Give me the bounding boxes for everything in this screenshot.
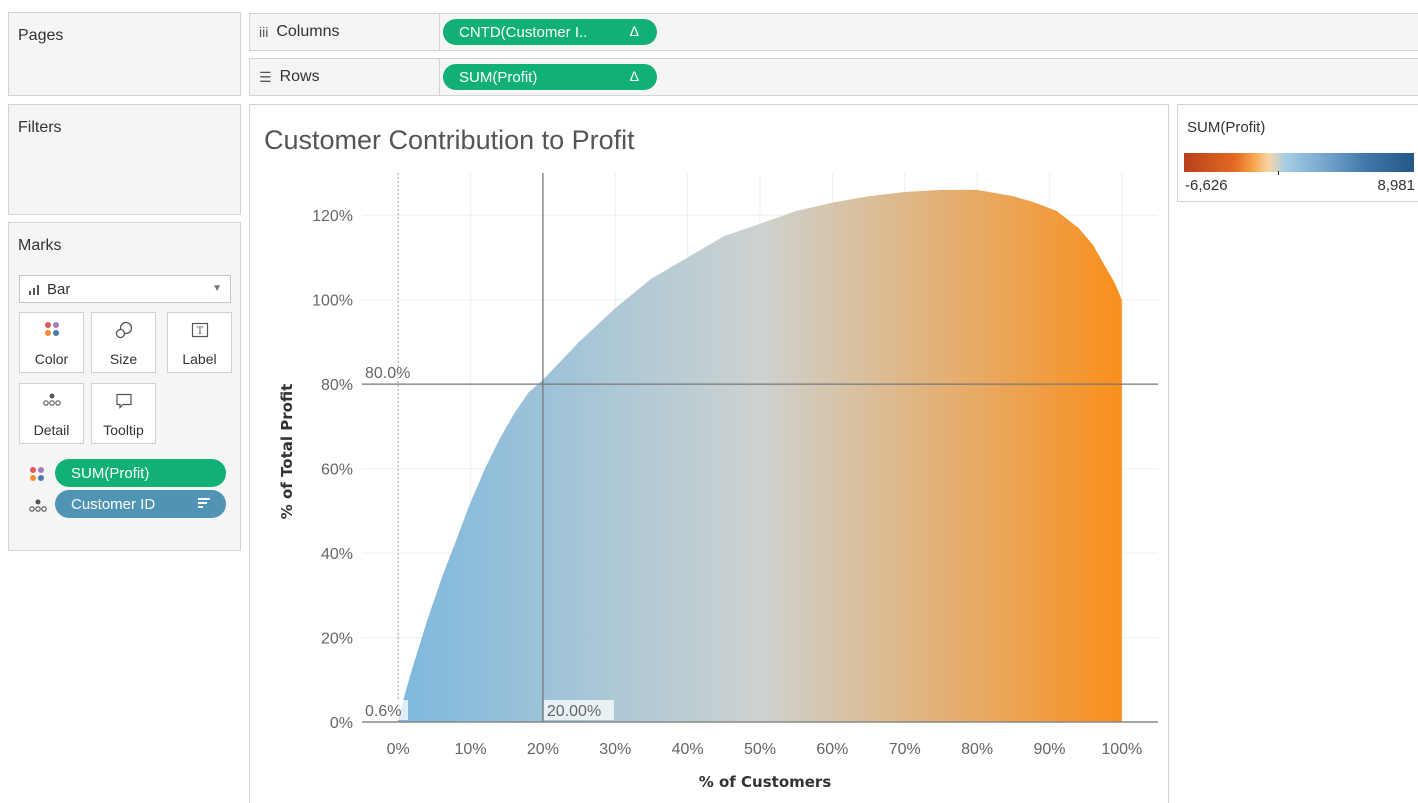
delta-icon: Δ bbox=[629, 23, 639, 39]
customer-id-pill[interactable]: Customer ID bbox=[55, 490, 226, 518]
sum-profit-pill-label: SUM(Profit) bbox=[71, 464, 150, 482]
profit-area[interactable] bbox=[398, 189, 1122, 722]
y-tick-label: 60% bbox=[321, 462, 353, 479]
x-tick-label: 90% bbox=[1033, 741, 1065, 758]
y-tick-label: 120% bbox=[312, 208, 353, 225]
x-tick-label: 20% bbox=[527, 741, 559, 758]
rows-shelf-label: ☰ Rows bbox=[250, 59, 440, 95]
x-tick-label: 10% bbox=[455, 741, 487, 758]
color-dots-icon bbox=[29, 464, 49, 484]
rows-pill[interactable]: SUM(Profit) Δ bbox=[443, 64, 657, 90]
label-label: Label bbox=[182, 351, 217, 367]
sum-profit-pill[interactable]: SUM(Profit) bbox=[55, 459, 226, 487]
size-shape-icon bbox=[92, 321, 155, 341]
x-tick-label: 30% bbox=[599, 741, 631, 758]
y-tick-label: 20% bbox=[321, 631, 353, 648]
marks-label: Marks bbox=[18, 237, 62, 254]
tooltip-button[interactable]: Tooltip bbox=[91, 383, 156, 444]
mark-type-label: Bar bbox=[47, 280, 71, 298]
pages-shelf[interactable]: Pages bbox=[8, 12, 241, 96]
label-button[interactable]: T Label bbox=[167, 312, 232, 373]
columns-pill[interactable]: CNTD(Customer I.. Δ bbox=[443, 19, 657, 45]
rows-pill-label: SUM(Profit) bbox=[459, 68, 538, 86]
x-tick-label: 60% bbox=[816, 741, 848, 758]
rows-icon: ☰ bbox=[259, 68, 272, 85]
svg-text:T: T bbox=[196, 326, 203, 337]
x-tick-label: 70% bbox=[889, 741, 921, 758]
color-legend[interactable]: SUM(Profit) -6,626 8,981 bbox=[1177, 104, 1418, 202]
tooltip-label: Tooltip bbox=[103, 422, 144, 438]
mark-field-customer-id: Customer ID bbox=[29, 490, 239, 520]
x-tick-label: 80% bbox=[961, 741, 993, 758]
chart-view: Customer Contribution to Profit 80.0% 20.… bbox=[249, 104, 1169, 803]
legend-min-label: -6,626 bbox=[1185, 177, 1228, 194]
x-tick-label: 50% bbox=[744, 741, 776, 758]
ref-label-x-20: 20.00% bbox=[547, 703, 601, 720]
x-axis-title: % of Customers bbox=[699, 773, 832, 791]
columns-shelf-label: iii Columns bbox=[250, 14, 440, 50]
legend-title: SUM(Profit) bbox=[1187, 119, 1266, 136]
columns-pill-label: CNTD(Customer I.. bbox=[459, 23, 588, 41]
color-label: Color bbox=[34, 351, 69, 367]
y-tick-label: 100% bbox=[312, 293, 353, 310]
color-button[interactable]: Color bbox=[19, 312, 84, 373]
x-tick-label: 0% bbox=[387, 741, 410, 758]
chevron-down-icon: ▼ bbox=[212, 283, 222, 294]
mark-field-sum-profit: SUM(Profit) bbox=[29, 459, 239, 489]
bar-chart-icon bbox=[28, 283, 42, 295]
legend-color-ramp bbox=[1184, 153, 1414, 172]
y-axis-title: % of Total Profit bbox=[278, 384, 296, 520]
ref-label-y-80: 80.0% bbox=[365, 365, 410, 382]
mark-type-dropdown[interactable]: Bar ▼ bbox=[19, 275, 231, 303]
columns-icon: iii bbox=[259, 24, 269, 40]
size-label: Size bbox=[109, 351, 138, 367]
size-button[interactable]: Size bbox=[91, 312, 156, 373]
detail-dots-icon bbox=[20, 392, 83, 412]
x-tick-label: 40% bbox=[672, 741, 704, 758]
filters-shelf[interactable]: Filters bbox=[8, 104, 241, 215]
color-dots-icon bbox=[20, 321, 83, 341]
ref-label-x-0: 0.6% bbox=[365, 703, 401, 720]
x-tick-label: 100% bbox=[1101, 741, 1142, 758]
sort-icon bbox=[198, 497, 210, 509]
y-tick-label: 40% bbox=[321, 546, 353, 563]
chart-canvas[interactable]: 80.0% 20.00% 0.6% 0% 10% 20% 30% 40% 50% 60% 70% 8… bbox=[250, 105, 1168, 803]
customer-id-pill-label: Customer ID bbox=[71, 495, 156, 513]
detail-label: Detail bbox=[33, 422, 70, 438]
rows-shelf[interactable]: ☰ Rows SUM(Profit) Δ bbox=[249, 58, 1418, 96]
y-tick-label: 0% bbox=[330, 715, 353, 732]
columns-label: Columns bbox=[276, 23, 340, 40]
legend-max-label: 8,981 bbox=[1377, 177, 1415, 194]
filters-label: Filters bbox=[18, 119, 62, 136]
rows-label: Rows bbox=[279, 68, 320, 85]
pages-label: Pages bbox=[18, 27, 64, 44]
columns-shelf[interactable]: iii Columns CNTD(Customer I.. Δ bbox=[249, 13, 1418, 51]
detail-button[interactable]: Detail bbox=[19, 383, 84, 444]
detail-dots-icon bbox=[29, 495, 49, 515]
legend-zero-tick bbox=[1278, 171, 1279, 175]
text-label-icon: T bbox=[168, 321, 231, 341]
y-tick-label: 80% bbox=[321, 377, 353, 394]
marks-card: Marks Bar ▼ Color Size T Label Detail To… bbox=[8, 222, 241, 551]
delta-icon: Δ bbox=[629, 68, 639, 84]
tooltip-bubble-icon bbox=[92, 392, 155, 412]
